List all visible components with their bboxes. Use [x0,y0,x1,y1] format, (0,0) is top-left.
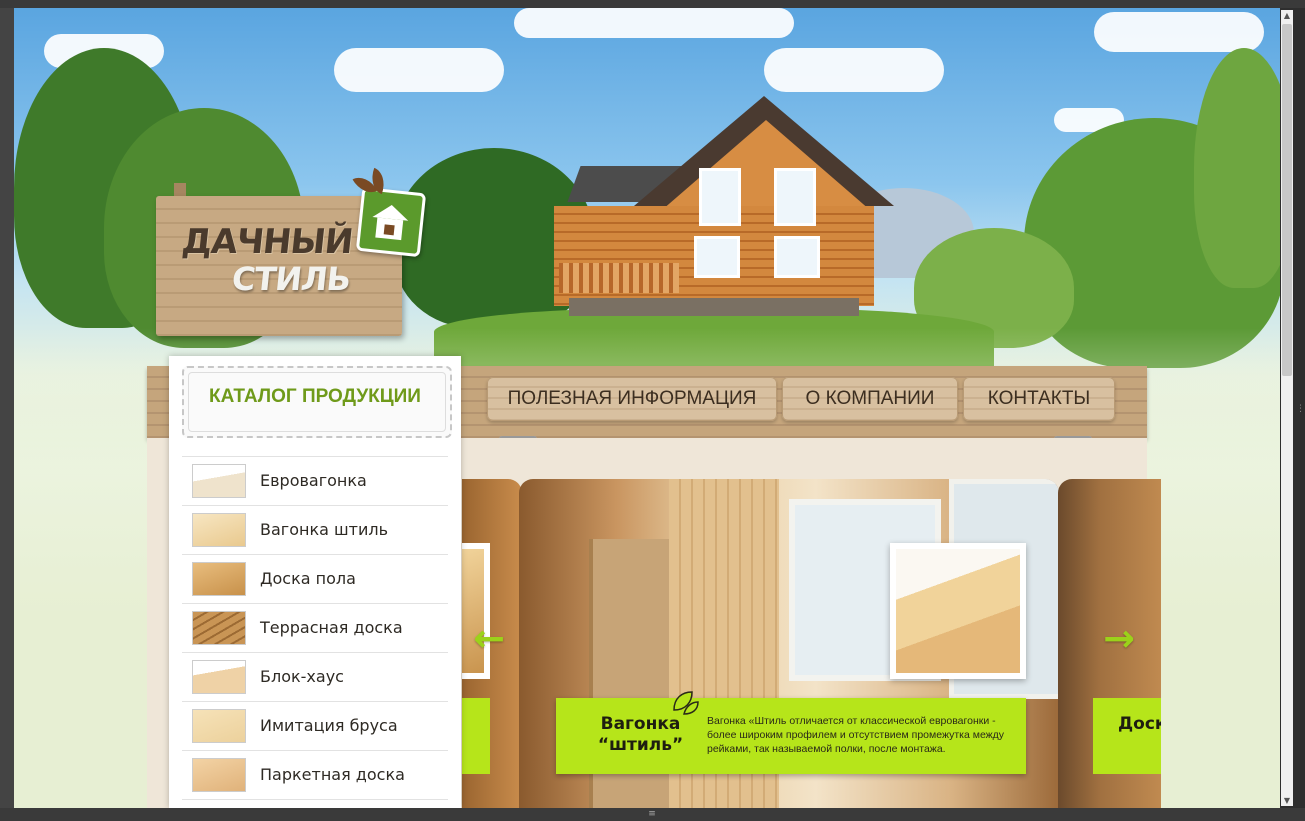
slide-caption-description: Вагонка «Штиль отличается от классическо… [707,715,1005,755]
product-thumbnail [192,660,246,694]
slide-caption: Вагонка “штиль” Вагонка «Штиль отличаетс… [556,698,1026,774]
house-window [699,168,741,226]
catalog-item[interactable]: Блок-хаус [182,652,448,701]
catalog-item[interactable]: Террасная доска [182,603,448,652]
logo-text-line1: ДАЧНЫЙ [179,222,355,262]
house-logo-icon [355,186,427,258]
arrow-left-icon[interactable]: ← [469,618,509,658]
nav-contacts[interactable]: КОНТАКТЫ [963,377,1115,421]
cloud [514,8,794,38]
nav-about-company[interactable]: О КОМПАНИИ [782,377,958,421]
house-foundation [569,298,859,316]
house-window [774,236,820,278]
cloud [1094,12,1264,52]
resize-handle-icon[interactable]: ⋮ [1296,404,1305,416]
resize-handle-icon[interactable]: ≡ [646,810,658,819]
product-thumbnail [192,611,246,645]
scrollbar-thumb[interactable] [1282,24,1292,376]
catalog-title[interactable]: КАТАЛОГ ПРОДУКЦИИ [169,386,461,408]
catalog-item-label: Блок-хаус [260,667,344,686]
catalog-item-label: Имитация бруса [260,716,398,735]
slide-next-caption: Доска пола [1093,698,1161,774]
product-thumbnail [192,464,246,498]
catalog-item-label: Евровагонка [260,471,367,490]
house-window [774,168,816,226]
leaf-icon [673,691,699,715]
product-thumbnail [192,758,246,792]
arrow-right-icon[interactable]: → [1099,618,1139,658]
window-left-strip [0,8,14,808]
tree [1194,48,1280,288]
catalog-panel: КАТАЛОГ ПРОДУКЦИИ Евровагонка Вагонка шт… [169,356,461,808]
catalog-item[interactable]: Вагонка штиль [182,505,448,554]
catalog-item[interactable] [182,799,448,808]
cloud [334,48,504,92]
product-thumbnail [192,513,246,547]
slide-prev-caption [462,698,490,774]
catalog-item[interactable]: Имитация бруса [182,701,448,750]
product-thumbnail [192,562,246,596]
logo-text-line2: СТИЛЬ [230,260,353,298]
catalog-item-label: Вагонка штиль [260,520,389,539]
product-thumbnail [192,709,246,743]
slide-next-caption-title: Доска пола [1118,714,1161,734]
catalog-item-label: Террасная доска [260,618,403,637]
scroll-down-icon[interactable]: ▼ [1281,795,1293,807]
house-porch [559,263,679,293]
catalog-item[interactable]: Евровагонка [182,456,448,505]
catalog-item-label: Паркетная доска [260,765,405,784]
page-viewport: ДАЧНЫЙ СТИЛЬ ПОЛЕЗНАЯ ИНФОРМАЦИЯ О КОМПА… [14,8,1280,808]
catalog-item[interactable]: Доска пола [182,554,448,603]
catalog-item-label: Доска пола [260,569,356,588]
nav-useful-info[interactable]: ПОЛЕЗНАЯ ИНФОРМАЦИЯ [487,377,777,421]
product-inset-photo [890,543,1026,679]
house-window [694,236,740,278]
window-top-strip [0,0,1305,8]
catalog-item[interactable]: Паркетная доска [182,750,448,799]
house-gable [662,120,870,210]
scroll-up-icon[interactable]: ▲ [1281,10,1293,22]
slide-caption-title: Вагонка “штиль” [597,714,684,755]
cloud [764,48,944,92]
